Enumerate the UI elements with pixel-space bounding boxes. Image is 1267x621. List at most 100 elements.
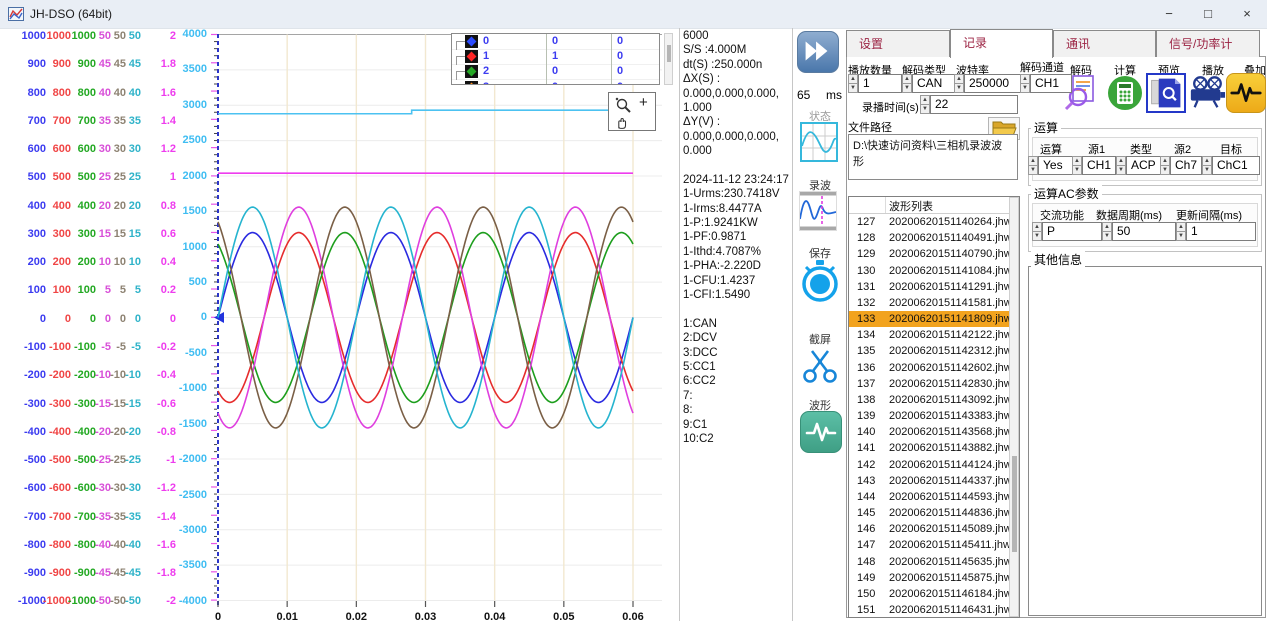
legend-row[interactable]: 300 [452, 80, 659, 85]
info-line: 0.000 [683, 144, 791, 158]
y-axis-tick-ch6: 40 [129, 86, 141, 100]
y-axis-tick-ch7: 0 [170, 312, 176, 326]
minimize-button[interactable]: − [1151, 0, 1187, 28]
y-axis-tick-ch4: -25 [95, 453, 111, 467]
y-axis-tick-ch7: -1.6 [157, 538, 176, 552]
y-axis-tick-ch7: -1.4 [157, 510, 176, 524]
y-axis-tick-ch3: -900 [74, 566, 96, 580]
close-button[interactable]: × [1229, 0, 1265, 28]
operation-col-header: 源2 [1174, 141, 1191, 157]
y-axis-tick-ch2: 200 [53, 255, 71, 269]
wave-list-table[interactable]: 波形列表 12720200620151140264.jhw12820200620… [848, 196, 1020, 618]
waveform-pulse-icon[interactable] [800, 411, 842, 453]
record-time-label: 录播时间(s) [862, 99, 919, 115]
spin-down-icon[interactable]: ▼ [954, 83, 964, 93]
save-stopwatch-icon[interactable] [798, 259, 842, 303]
play-button[interactable] [1188, 74, 1226, 112]
ac-param-1-spinner[interactable]: ▲▼50 [1102, 222, 1177, 241]
spin-down-icon[interactable]: ▼ [1176, 231, 1186, 241]
y-axis-tick-ch8: -4000 [179, 594, 207, 608]
screenshot-scissors-icon[interactable] [800, 345, 840, 385]
crosshair-tool-icon[interactable]: + [639, 94, 648, 111]
series-marker [465, 81, 478, 85]
y-axis-tick-ch1: -500 [24, 453, 46, 467]
maximize-button[interactable]: □ [1190, 0, 1226, 28]
record-wave-icon[interactable] [799, 191, 837, 231]
y-axis-tick-ch5: 30 [114, 142, 126, 156]
legend-row[interactable]: 110 [452, 49, 659, 65]
pan-hand-icon[interactable] [614, 114, 630, 130]
tab-record[interactable]: 记录 [950, 29, 1053, 58]
ac-param-2-spinner[interactable]: ▲▼1 [1176, 222, 1257, 241]
y-axis-tick-ch1: -200 [24, 368, 46, 382]
y-axis-tick-ch7: 1.2 [161, 142, 176, 156]
spin-down-icon[interactable]: ▼ [1072, 165, 1082, 175]
y-axis-tick-ch4: -50 [95, 594, 111, 608]
y-axis-tick-ch8: -3500 [179, 558, 207, 572]
fast-forward-icon [798, 32, 836, 70]
spin-down-icon[interactable]: ▼ [902, 83, 912, 93]
y-axis-tick-ch4: 0 [105, 312, 111, 326]
spin-down-icon[interactable]: ▼ [1028, 165, 1038, 175]
status-scope-icon[interactable] [800, 122, 838, 162]
zoom-tool-icon[interactable] [613, 96, 633, 114]
record-time-spinner[interactable]: ▲▼22 [920, 95, 1019, 114]
y-axis-tick-ch7: -1 [166, 453, 176, 467]
y-axis-tick-ch3: 1000 [72, 29, 96, 43]
spin-down-icon[interactable]: ▼ [1032, 231, 1042, 241]
operation-1-spinner[interactable]: ▲▼CH1 [1072, 156, 1117, 175]
y-axis-tick-ch3: 900 [78, 57, 96, 71]
info-line: 7: [683, 389, 791, 403]
y-axis-tick-ch8: -2000 [179, 452, 207, 466]
ac-param-0-spinner[interactable]: ▲▼P [1032, 222, 1103, 241]
tab-settings[interactable]: 设置 [846, 30, 950, 57]
operation-4-spinner[interactable]: ▲▼ChC1 [1202, 156, 1261, 175]
baud-rate-spinner[interactable]: ▲▼250000 [954, 74, 1025, 93]
svg-text:0.04: 0.04 [484, 611, 506, 621]
y-axis-tick-ch5: -35 [110, 510, 126, 524]
tab-communication[interactable]: 通讯 [1053, 30, 1156, 57]
spin-down-icon[interactable]: ▼ [1202, 165, 1212, 175]
overlay-button[interactable] [1226, 73, 1266, 113]
preview-icon [1148, 75, 1184, 111]
spin-down-icon[interactable]: ▼ [1020, 83, 1030, 93]
calculate-button[interactable] [1106, 74, 1144, 112]
info-line: 8: [683, 403, 791, 417]
legend-row[interactable]: 200 [452, 64, 659, 80]
fast-forward-button[interactable] [797, 31, 839, 73]
channel-legend[interactable]: 000110200300 [451, 33, 660, 85]
spin-down-icon[interactable]: ▼ [848, 83, 858, 93]
wave-list-scrollbar[interactable] [1009, 197, 1019, 617]
ac-params-group-title: 运算AC参数 [1031, 185, 1102, 202]
spin-down-icon[interactable]: ▼ [1160, 165, 1170, 175]
y-axis-tick-ch4: 45 [99, 57, 111, 71]
spin-down-icon[interactable]: ▼ [1116, 165, 1126, 175]
legend-scrollbar[interactable] [664, 33, 673, 85]
y-axis-tick-ch1: -100 [24, 340, 46, 354]
spin-down-icon[interactable]: ▼ [920, 104, 930, 114]
decode-channel-spinner[interactable]: ▲▼CH1 [1020, 74, 1073, 93]
window-title: JH-DSO (64bit) [30, 7, 112, 21]
operation-2-spinner[interactable]: ▲▼ACP [1116, 156, 1163, 175]
y-axis-tick-ch6: 35 [129, 114, 141, 128]
spin-down-icon[interactable]: ▼ [1102, 231, 1112, 241]
operation-0-spinner[interactable]: ▲▼Yes [1028, 156, 1075, 175]
decode-type-spinner[interactable]: ▲▼CAN [902, 74, 959, 93]
y-axis-tick-ch4: 20 [99, 199, 111, 213]
tab-signal-power[interactable]: 信号/功率计 [1156, 30, 1260, 57]
ac-param-col-header: 交流功能 [1040, 207, 1084, 223]
preview-button[interactable] [1146, 73, 1186, 113]
elapsed-time-unit: ms [826, 88, 842, 102]
file-path-input[interactable]: D:\快速访问资料\三相机录波波形 [848, 134, 1018, 180]
info-line: 1-CFI:1.5490 [683, 288, 791, 302]
y-axis-tick-ch5: 20 [114, 199, 126, 213]
y-axis-tick-ch1: -300 [24, 397, 46, 411]
operation-col-header: 目标 [1220, 141, 1242, 157]
legend-row[interactable]: 000 [452, 34, 659, 50]
operation-3-spinner[interactable]: ▲▼Ch7 [1160, 156, 1203, 175]
y-axis-tick-ch4: 40 [99, 86, 111, 100]
y-axis-tick-ch1: 100 [28, 283, 46, 297]
y-axis-tick-ch3: 400 [78, 199, 96, 213]
table-row[interactable]: 15120200620151146431.jhw [849, 602, 1009, 618]
play-count-spinner[interactable]: ▲▼1 [848, 74, 903, 93]
